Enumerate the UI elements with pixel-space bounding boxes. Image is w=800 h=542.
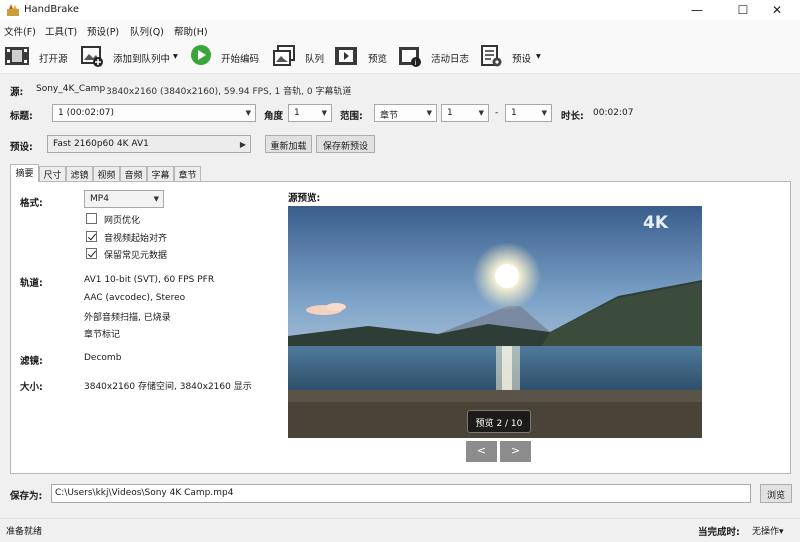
track-audio: AAC (avcodec), Stereo xyxy=(84,293,186,303)
preview-prev-button[interactable]: < xyxy=(466,441,497,462)
menu-bar xyxy=(0,20,800,38)
tab-video[interactable]: 视频 xyxy=(93,166,120,181)
when-done-label: 当完成时: xyxy=(698,527,740,538)
filters-value: Decomb xyxy=(84,353,122,363)
preview-index-badge: 预览 2 / 10 xyxy=(467,410,531,433)
open-source-button[interactable]: 打开源 xyxy=(39,51,68,65)
tab-audio[interactable]: 音频 xyxy=(120,166,147,181)
source-preview-label: 源预览: xyxy=(288,193,321,204)
filters-label: 滤镜: xyxy=(20,356,43,367)
chevron-down-icon: ▼ xyxy=(478,109,484,117)
chevron-down-icon: ▼ xyxy=(541,109,547,117)
close-button[interactable]: ✕ xyxy=(754,0,800,20)
preview-image[interactable]: 4K xyxy=(288,206,702,438)
presets-icon[interactable] xyxy=(479,44,503,68)
track-subtitle: 外部音频扫描, 已烧录 xyxy=(84,313,171,323)
save-new-preset-button[interactable]: 保存新预设 xyxy=(316,135,375,153)
add-to-queue-button[interactable]: 添加到队列中 xyxy=(113,51,170,65)
chevron-right-icon: ▶ xyxy=(239,140,246,149)
format-label: 格式: xyxy=(20,198,43,209)
minimize-button[interactable]: — xyxy=(674,0,720,20)
add-queue-icon[interactable] xyxy=(80,44,104,68)
reload-preset-button[interactable]: 重新加载 xyxy=(265,135,312,153)
range-type-value: 章节 xyxy=(380,111,399,121)
chevron-down-icon: ▼ xyxy=(426,109,432,117)
tracks-label: 轨道: xyxy=(20,278,43,289)
presets-dropdown-icon[interactable]: ▾ xyxy=(536,51,541,62)
passthru-metadata-label: 保留常见元数据 xyxy=(104,251,168,261)
menu-queue[interactable]: 队列(Q) xyxy=(130,24,164,38)
angle-label: 角度 xyxy=(264,111,284,122)
preview-button[interactable]: 预览 xyxy=(368,51,387,65)
preview-icon[interactable] xyxy=(334,44,358,68)
duration-label: 时长: xyxy=(561,111,584,122)
track-video: AV1 10-bit (SVT), 60 FPS PFR xyxy=(84,275,215,285)
preset-value: Fast 2160p60 4K AV1 xyxy=(53,139,149,149)
handbrake-logo-icon xyxy=(6,3,20,17)
web-optimize-checkbox[interactable] xyxy=(86,213,97,224)
menu-help[interactable]: 帮助(H) xyxy=(174,24,208,38)
start-encode-button[interactable]: 开始编码 xyxy=(221,51,259,65)
align-av-label: 音视频起始对齐 xyxy=(104,234,168,244)
status-ready: 准备就绪 xyxy=(6,527,43,537)
preview-next-button[interactable]: > xyxy=(500,441,531,462)
menu-file[interactable]: 文件(F) xyxy=(4,24,36,38)
activity-log-button[interactable]: 活动日志 xyxy=(431,51,469,65)
preset-selector[interactable]: Fast 2160p60 4K AV1 ▶ xyxy=(47,135,251,153)
chevron-down-icon: ▼ xyxy=(153,195,159,203)
format-value: MP4 xyxy=(90,194,109,204)
web-optimize-label: 网页优化 xyxy=(104,216,141,226)
save-as-label: 保存为: xyxy=(10,491,43,502)
source-info: 3840x2160 (3840x2160), 59.94 FPS, 1 音轨, … xyxy=(106,87,352,97)
tab-summary[interactable]: 摘要 xyxy=(10,164,39,182)
when-done-select[interactable]: 无操作▾ xyxy=(752,524,784,537)
size-value: 3840x2160 存储空间, 3840x2160 显示 xyxy=(84,382,252,392)
angle-select-value: 1 xyxy=(294,108,300,118)
queue-button[interactable]: 队列 xyxy=(305,51,324,65)
passthru-metadata-checkbox[interactable] xyxy=(86,248,97,259)
range-label: 范围: xyxy=(340,111,363,122)
source-name: Sony_4K_Camp xyxy=(36,84,106,94)
align-av-checkbox[interactable] xyxy=(86,231,97,242)
activity-log-icon[interactable]: i xyxy=(398,44,422,68)
range-end-value: 1 xyxy=(511,108,517,118)
add-queue-dropdown-icon[interactable]: ▾ xyxy=(173,51,178,62)
track-chapters: 章节标记 xyxy=(84,330,121,340)
title-select[interactable]: 1 (00:02:07) ▼ xyxy=(52,104,256,122)
format-select[interactable]: MP4 ▼ xyxy=(84,190,164,208)
browse-button[interactable]: 浏览 xyxy=(760,484,792,503)
preset-label: 预设: xyxy=(10,142,33,153)
range-start-value: 1 xyxy=(447,108,453,118)
duration-value: 00:02:07 xyxy=(593,108,634,118)
chevron-down-icon: ▼ xyxy=(321,109,327,117)
tab-chapters[interactable]: 章节 xyxy=(174,166,201,181)
source-label: 源: xyxy=(10,87,24,98)
tab-filters[interactable]: 滤镜 xyxy=(66,166,93,181)
preview-watermark-4k: 4K xyxy=(643,213,669,233)
range-separator: - xyxy=(495,108,499,118)
svg-text:i: i xyxy=(415,59,417,67)
presets-button[interactable]: 预设 xyxy=(512,51,531,65)
range-type-select[interactable]: 章节 ▼ xyxy=(374,104,437,122)
menu-tools[interactable]: 工具(T) xyxy=(45,24,77,38)
film-icon[interactable] xyxy=(4,44,29,68)
range-end-select[interactable]: 1 ▼ xyxy=(505,104,552,122)
title-select-value: 1 (00:02:07) xyxy=(58,108,115,118)
save-as-path-input[interactable]: C:\Users\kkj\Videos\Sony 4K Camp.mp4 xyxy=(51,484,751,503)
angle-select[interactable]: 1 ▼ xyxy=(288,104,332,122)
chevron-down-icon: ▼ xyxy=(245,109,251,117)
window-title: HandBrake xyxy=(24,4,80,15)
title-label: 标题: xyxy=(10,111,33,122)
menu-presets[interactable]: 预设(P) xyxy=(87,24,119,38)
start-encode-icon[interactable] xyxy=(190,44,214,68)
tab-dimensions[interactable]: 尺寸 xyxy=(39,166,66,181)
status-bar xyxy=(0,518,800,542)
tab-subtitles[interactable]: 字幕 xyxy=(147,166,174,181)
queue-icon[interactable] xyxy=(272,44,296,68)
range-start-select[interactable]: 1 ▼ xyxy=(441,104,489,122)
size-label: 大小: xyxy=(20,382,43,393)
